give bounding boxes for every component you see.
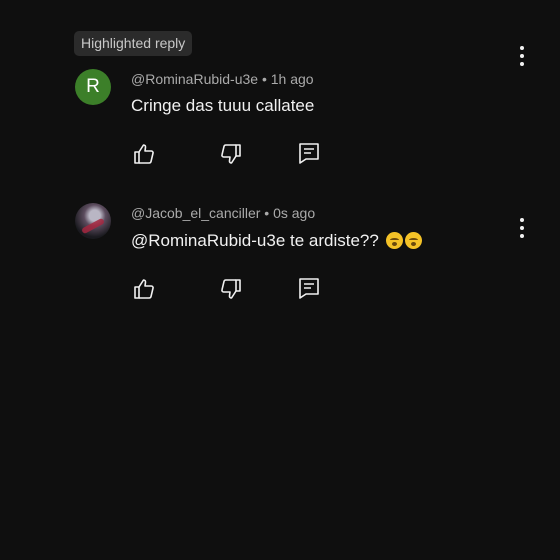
like-button[interactable]: [132, 277, 156, 301]
comment-author[interactable]: @RominaRubid-u3e: [131, 71, 258, 87]
dot: [520, 218, 524, 222]
reply-button[interactable]: [297, 141, 321, 165]
reply-button[interactable]: [297, 276, 321, 300]
avatar[interactable]: [75, 203, 111, 239]
meta-separator: •: [264, 205, 270, 221]
dislike-icon: [221, 279, 241, 299]
dot: [520, 46, 524, 50]
comment-time: 1h ago: [270, 71, 314, 87]
like-icon: [134, 144, 154, 164]
avatar-image-detail: [80, 217, 106, 235]
dot: [520, 62, 524, 66]
avatar[interactable]: R: [75, 69, 111, 105]
avatar-letter: R: [86, 76, 100, 97]
like-icon: [134, 279, 154, 299]
yawning-face-icon: [385, 232, 403, 249]
dot: [520, 226, 524, 230]
comment-time: 0s ago: [273, 205, 316, 221]
comment-text: Cringe das tuuu callatee: [131, 96, 315, 115]
yawning-face-icon: [404, 232, 422, 249]
dislike-button[interactable]: [219, 277, 243, 301]
dot: [520, 54, 524, 58]
more-options-button[interactable]: [512, 44, 532, 68]
more-options-button[interactable]: [512, 216, 532, 240]
comment-text-body: @RominaRubid-u3e te ardiste??: [131, 231, 379, 250]
dislike-icon: [221, 144, 241, 164]
reply-icon: [299, 143, 319, 164]
comment-author[interactable]: @Jacob_el_canciller: [131, 205, 260, 221]
comment-meta: @RominaRubid-u3e • 1h ago: [131, 71, 314, 87]
comment-meta: @Jacob_el_canciller • 0s ago: [131, 205, 315, 221]
like-button[interactable]: [132, 142, 156, 166]
dislike-button[interactable]: [219, 142, 243, 166]
dot: [520, 234, 524, 238]
reply-icon: [299, 278, 319, 299]
meta-separator: •: [261, 71, 267, 87]
comment-text: @RominaRubid-u3e te ardiste??: [131, 231, 422, 251]
highlighted-reply-badge: Highlighted reply: [74, 31, 193, 56]
